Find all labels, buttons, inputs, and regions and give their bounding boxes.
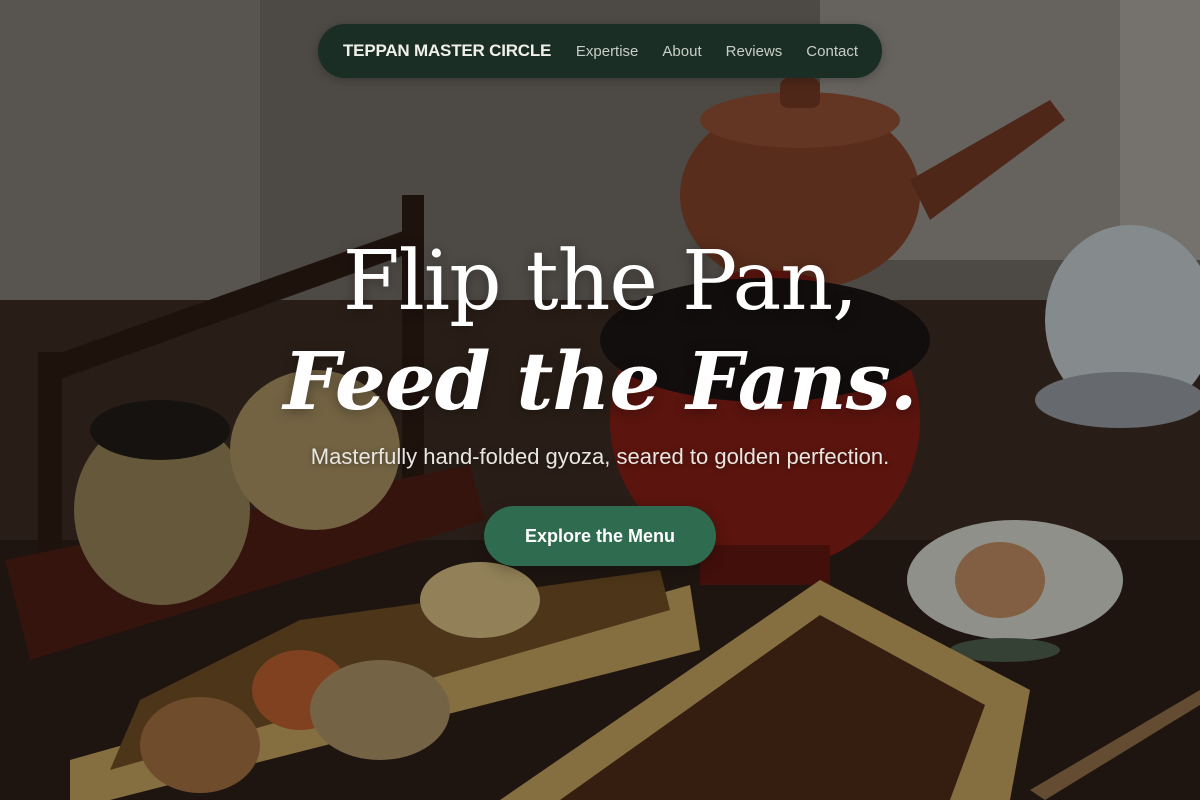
nav-links: Expertise About Reviews Contact (576, 43, 858, 60)
hero-headline: Flip the Pan, Feed the Fans. (0, 232, 1200, 430)
nav-link-contact[interactable]: Contact (806, 43, 858, 60)
brand-logo-text[interactable]: TEPPAN MASTER CIRCLE (343, 41, 551, 61)
headline-line-1: Flip the Pan, (342, 234, 859, 329)
hero-subtitle: Masterfully hand-folded gyoza, seared to… (310, 444, 890, 469)
nav-link-expertise[interactable]: Expertise (576, 43, 639, 60)
headline-line-2: Feed the Fans. (283, 334, 917, 428)
nav-link-about[interactable]: About (662, 43, 701, 60)
explore-menu-button[interactable]: Explore the Menu (484, 506, 716, 566)
hero-section: TEPPAN MASTER CIRCLE Expertise About Rev… (0, 0, 1200, 800)
nav-link-reviews[interactable]: Reviews (726, 43, 783, 60)
top-navigation-bar: TEPPAN MASTER CIRCLE Expertise About Rev… (318, 24, 882, 78)
